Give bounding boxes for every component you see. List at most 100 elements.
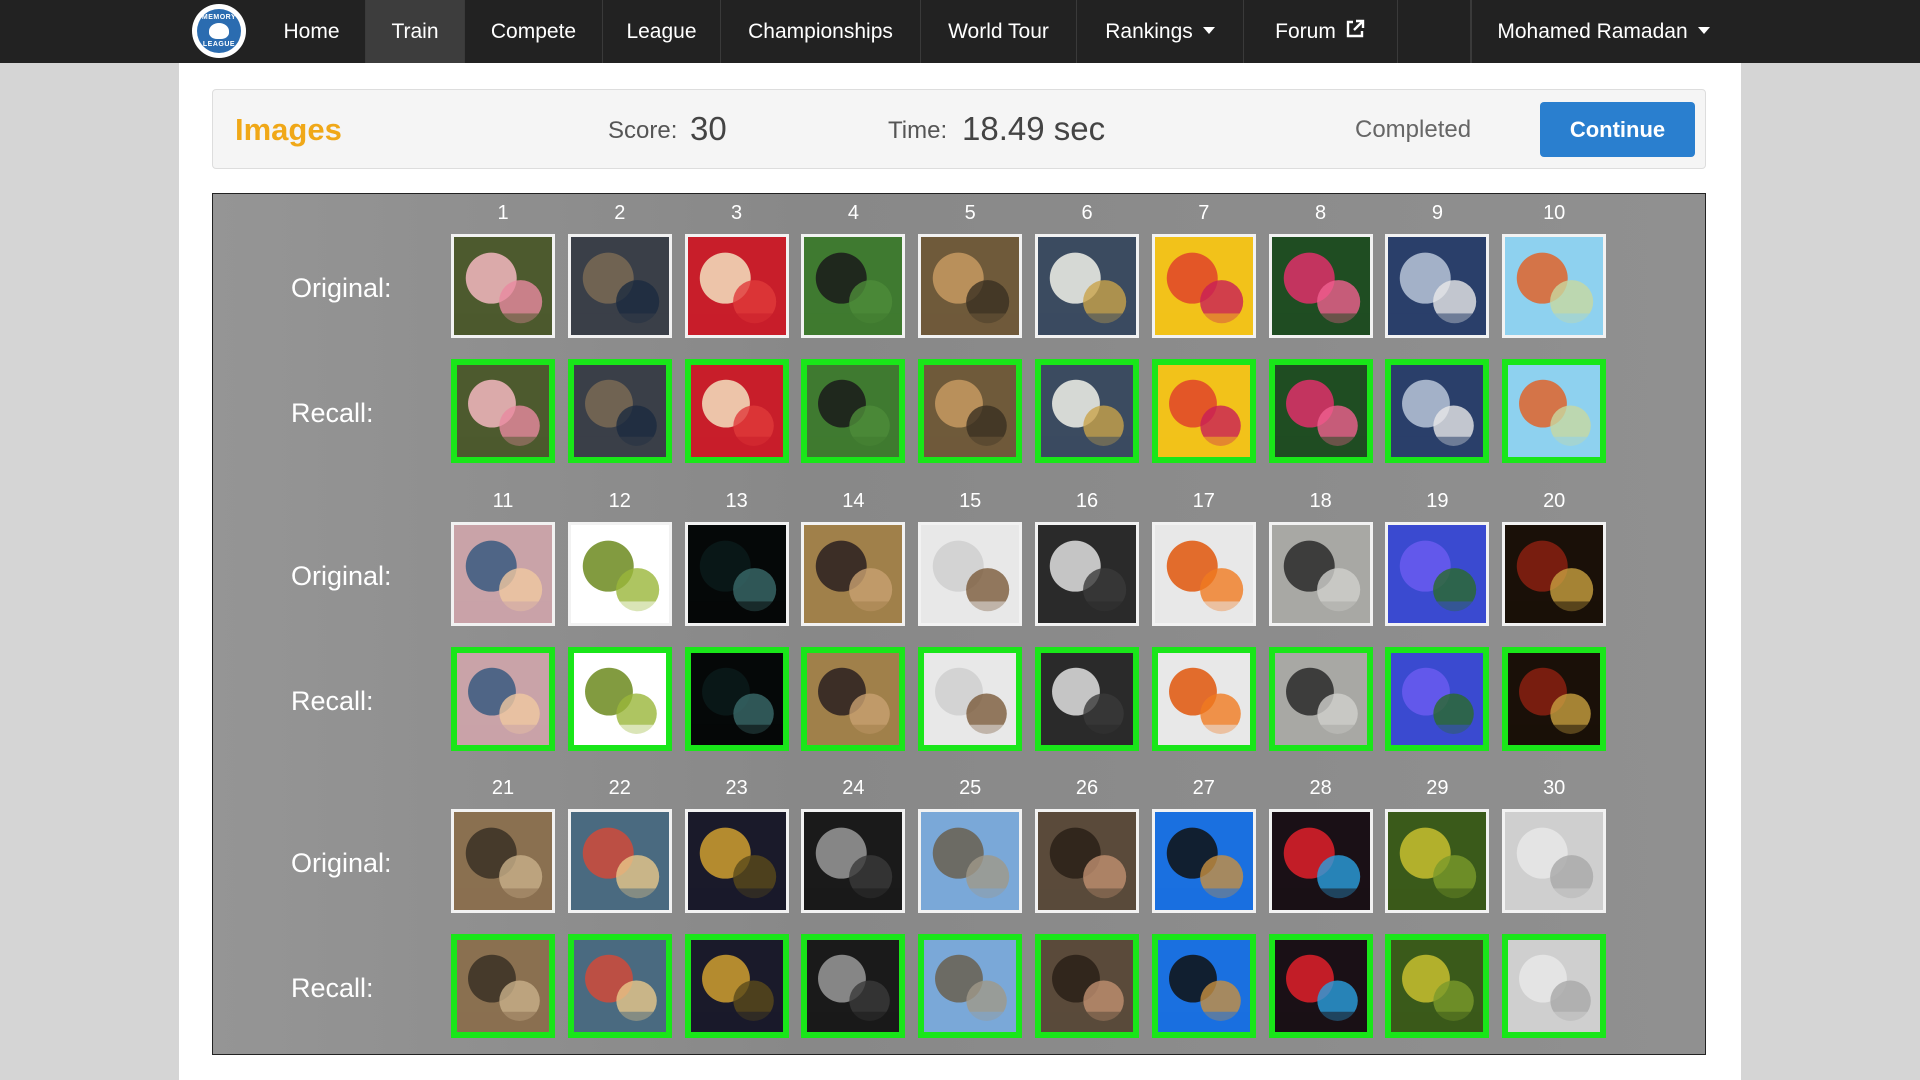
original-row-label: Original: xyxy=(291,273,392,303)
original-image-tile[interactable] xyxy=(1151,234,1256,338)
column-number: 16 xyxy=(1075,490,1099,512)
user-menu-dropdown[interactable]: Mohamed Ramadan xyxy=(1471,0,1735,63)
photo-bar-bottles xyxy=(1508,653,1601,745)
original-image-tile[interactable] xyxy=(1151,809,1256,913)
recall-image-tile-correct[interactable] xyxy=(1385,647,1490,751)
column-number: 11 xyxy=(492,490,514,512)
recall-image-tile-correct[interactable] xyxy=(1035,359,1139,463)
nav-league[interactable]: League xyxy=(603,0,721,63)
recall-image-tile-correct[interactable] xyxy=(567,647,672,751)
recall-image-tile-correct[interactable] xyxy=(1385,934,1490,1038)
memory-league-logo[interactable]: MEMORY LEAGUE xyxy=(192,4,246,58)
photo-busy-office-man xyxy=(573,365,666,457)
original-image-tile[interactable] xyxy=(684,522,789,626)
photo-black-turkey xyxy=(804,237,903,335)
original-image-tile[interactable] xyxy=(1268,522,1373,626)
column-number: 6 xyxy=(1081,202,1093,224)
recall-image-tile-correct[interactable] xyxy=(451,359,555,463)
photo-green-plant xyxy=(1388,812,1487,910)
original-image-tile[interactable] xyxy=(451,522,555,626)
recall-image-tile-correct[interactable] xyxy=(1035,647,1139,751)
recall-image-tile-correct[interactable] xyxy=(1151,647,1256,751)
photo-palm-leaf xyxy=(570,525,669,623)
original-image-tile[interactable] xyxy=(1268,234,1373,338)
photo-purple-violets xyxy=(1391,653,1484,745)
recall-image-tile-correct[interactable] xyxy=(1268,934,1373,1038)
recall-image-tile-correct[interactable] xyxy=(684,359,789,463)
recall-image-tile-correct[interactable] xyxy=(567,934,672,1038)
recall-image-tile-correct[interactable] xyxy=(451,934,555,1038)
recall-image-tile-correct[interactable] xyxy=(1385,359,1490,463)
photo-pink-roses xyxy=(454,237,552,335)
original-image-tile[interactable] xyxy=(684,809,789,913)
recall-image-tile-correct[interactable] xyxy=(1151,359,1256,463)
recall-image-tile-correct[interactable] xyxy=(1502,934,1607,1038)
original-image-tile[interactable] xyxy=(567,522,672,626)
photo-great-wall xyxy=(924,940,1017,1032)
recall-image-tile-correct[interactable] xyxy=(1151,934,1256,1038)
original-image-tile[interactable] xyxy=(1035,522,1139,626)
original-image-tile[interactable] xyxy=(567,234,672,338)
recall-image-tile-correct[interactable] xyxy=(1035,934,1139,1038)
photo-pink-dahlia xyxy=(1271,237,1370,335)
recall-image-tile-correct[interactable] xyxy=(1502,647,1607,751)
nav-championships[interactable]: Championships xyxy=(721,0,921,63)
column-number: 27 xyxy=(1192,777,1215,799)
original-image-tile[interactable] xyxy=(801,522,906,626)
nav-world-tour[interactable]: World Tour xyxy=(921,0,1077,63)
time-label: Time: xyxy=(888,117,948,144)
original-image-tile[interactable] xyxy=(1035,234,1139,338)
recall-image-tile-correct[interactable] xyxy=(801,647,906,751)
continue-button[interactable]: Continue xyxy=(1540,102,1695,157)
original-image-tile[interactable] xyxy=(1502,522,1607,626)
recall-image-tile-correct[interactable] xyxy=(1502,359,1607,463)
recall-image-tile-correct[interactable] xyxy=(567,359,672,463)
recall-image-tile-correct[interactable] xyxy=(684,934,789,1038)
column-number: 26 xyxy=(1075,777,1099,799)
original-image-tile[interactable] xyxy=(801,234,906,338)
original-image-tile[interactable] xyxy=(918,522,1023,626)
original-image-tile[interactable] xyxy=(1502,809,1607,913)
photo-black-turkey xyxy=(807,365,900,457)
column-number: 25 xyxy=(959,777,982,799)
nav-forum[interactable]: Forum xyxy=(1244,0,1398,63)
original-image-tile[interactable] xyxy=(567,809,672,913)
original-image-tile[interactable] xyxy=(1035,809,1139,913)
photo-cookies-candy xyxy=(690,365,783,457)
photo-dark-bubbles xyxy=(687,525,786,623)
original-image-tile[interactable] xyxy=(1268,809,1373,913)
recall-image-tile-correct[interactable] xyxy=(684,647,789,751)
nav-compete[interactable]: Compete xyxy=(465,0,603,63)
nav-home[interactable]: Home xyxy=(258,0,366,63)
original-image-tile[interactable] xyxy=(918,809,1023,913)
original-image-tile[interactable] xyxy=(1385,809,1490,913)
nav-train[interactable]: Train xyxy=(366,0,465,63)
photo-tart-slice xyxy=(573,940,666,1032)
original-image-tile[interactable] xyxy=(801,809,906,913)
nav-rankings-dropdown[interactable]: Rankings xyxy=(1077,0,1244,63)
external-link-icon xyxy=(1346,20,1365,38)
original-image-tile[interactable] xyxy=(451,234,555,338)
original-image-tile[interactable] xyxy=(451,809,555,913)
original-image-tile[interactable] xyxy=(1151,522,1256,626)
photo-brown-rabbit xyxy=(807,653,900,745)
photo-glass-jar-cork xyxy=(921,525,1020,623)
recall-image-tile-correct[interactable] xyxy=(918,934,1023,1038)
photo-night-city-bridge xyxy=(690,940,783,1032)
original-image-tile[interactable] xyxy=(1385,522,1490,626)
column-number: 5 xyxy=(964,202,976,224)
recall-image-tile-correct[interactable] xyxy=(1268,359,1373,463)
recall-image-tile-correct[interactable] xyxy=(1268,647,1373,751)
recall-image-tile-correct[interactable] xyxy=(801,359,906,463)
recall-image-tile-correct[interactable] xyxy=(918,359,1023,463)
column-number: 15 xyxy=(959,490,982,512)
original-image-tile[interactable] xyxy=(1502,234,1607,338)
original-image-tile[interactable] xyxy=(1385,234,1490,338)
photo-white-flowers-bee xyxy=(1041,365,1133,457)
discipline-title: Images xyxy=(235,112,342,147)
original-image-tile[interactable] xyxy=(918,234,1023,338)
recall-image-tile-correct[interactable] xyxy=(801,934,906,1038)
recall-image-tile-correct[interactable] xyxy=(918,647,1023,751)
recall-image-tile-correct[interactable] xyxy=(451,647,555,751)
original-image-tile[interactable] xyxy=(684,234,789,338)
